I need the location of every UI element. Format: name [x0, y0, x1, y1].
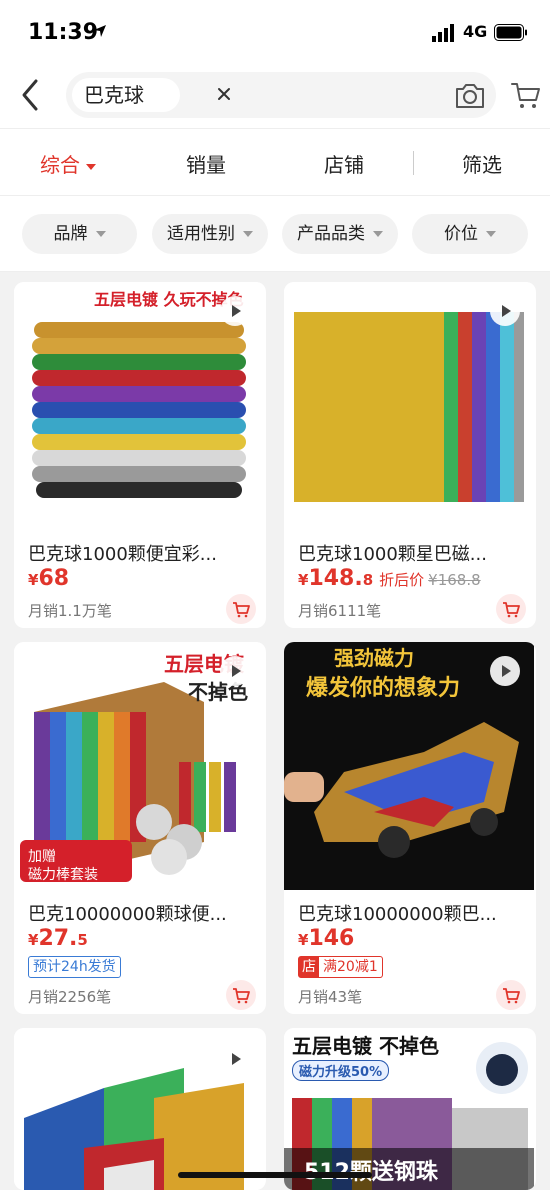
product-price: ¥146 — [298, 926, 354, 951]
back-arrow-icon[interactable] — [18, 78, 44, 112]
currency-symbol: ¥ — [28, 931, 39, 949]
price-main: 68 — [38, 566, 70, 591]
currency-symbol: ¥ — [298, 571, 309, 589]
location-arrow-icon — [94, 25, 106, 37]
product-title: 巴克球1000颗星巴磁... — [298, 544, 487, 565]
image-badge-line2: 磁力棒套装 — [28, 867, 98, 883]
tab-label: 销量 — [186, 153, 226, 177]
image-subheading: 爆发你的想象力 — [306, 676, 461, 701]
product-price: ¥148.8 折后价 ¥168.8 — [298, 566, 481, 591]
search-query-chip[interactable]: 巴克球 — [72, 78, 180, 112]
product-price: ¥68 — [28, 566, 69, 591]
dropdown-arrow-icon — [486, 231, 496, 237]
signal-icon — [432, 24, 454, 42]
cart-icon — [233, 602, 250, 618]
monthly-sales: 月销43笔 — [298, 988, 363, 1006]
currency-symbol: ¥ — [28, 571, 39, 589]
search-query-text: 巴克球 — [84, 83, 144, 107]
filter-category[interactable]: 产品品类 — [282, 214, 398, 254]
image-badge-line1: 加赠 — [28, 849, 56, 865]
product-card[interactable]: 巴克球1000颗星巴磁... ¥148.8 折后价 ¥168.8 月销6111笔 — [284, 282, 536, 628]
image-heading: 强劲磁力 — [334, 646, 414, 670]
price-decimal: 8 — [362, 571, 374, 589]
dropdown-arrow-icon — [86, 163, 96, 170]
home-indicator[interactable] — [178, 1172, 372, 1178]
image-heading: 五层电镀 不掉色 — [292, 1034, 439, 1058]
tab-label: 筛选 — [462, 153, 502, 177]
discount-label: 折后价 — [379, 571, 425, 589]
promo-tag: 店满20减1 — [298, 956, 383, 978]
product-card[interactable]: 五层电镀 久玩不掉色 巴克球1000颗便宜彩... ¥68 月销1.1万笔 — [14, 282, 266, 628]
add-to-cart-button[interactable] — [496, 980, 526, 1010]
product-title: 巴克10000000颗球便... — [28, 904, 227, 925]
cart-icon — [233, 988, 250, 1004]
video-play-icon[interactable] — [490, 656, 520, 686]
add-to-cart-button[interactable] — [226, 594, 256, 624]
filter-chips: 品牌 适用性别 产品品类 价位 — [0, 196, 550, 272]
filter-label: 产品品类 — [297, 224, 365, 244]
search-input[interactable]: 巴克球 — [66, 72, 496, 118]
filter-label: 价位 — [444, 224, 478, 244]
shopping-cart-icon[interactable] — [510, 80, 542, 110]
monthly-sales: 月销6111笔 — [298, 602, 382, 620]
video-play-icon[interactable] — [220, 656, 250, 686]
network-type: 4G — [463, 22, 488, 41]
search-header: 巴克球 — [0, 62, 550, 128]
product-title: 巴克球1000颗便宜彩... — [28, 544, 217, 565]
image-footer: 512颗送钢珠 — [304, 1154, 438, 1186]
tab-sales[interactable]: 销量 — [186, 149, 226, 178]
dropdown-arrow-icon — [95, 231, 106, 237]
clear-query-icon[interactable] — [216, 86, 232, 102]
monthly-sales: 月销1.1万笔 — [28, 602, 112, 620]
status-time: 11:39 — [28, 20, 99, 45]
cart-icon — [503, 988, 520, 1004]
product-title: 巴克球10000000颗巴... — [298, 904, 497, 925]
price-main: 27. — [38, 926, 78, 951]
promo-text: 满20减1 — [323, 959, 378, 975]
tab-shops[interactable]: 店铺 — [324, 149, 364, 178]
product-card[interactable]: 五层电镀 不掉色 加赠 磁力棒套装 巴克10000000颗球便... ¥27.5… — [14, 642, 266, 1014]
cart-icon — [503, 602, 520, 618]
original-price: ¥168.8 — [428, 571, 481, 589]
filter-label: 适用性别 — [167, 224, 235, 244]
sort-tabs: 综合 销量 店铺 筛选 — [0, 128, 550, 196]
monthly-sales: 月销2256笔 — [28, 988, 112, 1006]
divider — [413, 151, 414, 175]
add-to-cart-button[interactable] — [226, 980, 256, 1010]
price-main: 148. — [308, 566, 363, 591]
product-price: ¥27.5 — [28, 926, 88, 951]
tab-filter[interactable]: 筛选 — [462, 149, 502, 178]
delivery-tag: 预计24h发货 — [28, 956, 121, 978]
product-card[interactable]: 五层电镀 不掉色 磁力升级50% 512颗送钢珠 — [284, 1028, 536, 1190]
camera-icon[interactable] — [454, 82, 486, 110]
video-play-icon[interactable] — [490, 296, 520, 326]
price-decimal: 5 — [77, 931, 88, 949]
tab-label: 综合 — [40, 153, 80, 177]
tab-label: 店铺 — [324, 153, 364, 177]
product-card[interactable] — [14, 1028, 266, 1190]
product-card[interactable]: 强劲磁力 爆发你的想象力 巴克球10000000颗巴... ¥146 店满20减… — [284, 642, 536, 1014]
video-play-icon[interactable] — [220, 1044, 250, 1074]
dropdown-arrow-icon — [243, 231, 253, 237]
currency-symbol: ¥ — [298, 931, 309, 949]
filter-brand[interactable]: 品牌 — [22, 214, 137, 254]
battery-icon — [494, 24, 527, 41]
video-play-icon[interactable] — [220, 296, 250, 326]
shop-badge: 店 — [299, 957, 319, 977]
price-main: 146 — [308, 926, 355, 951]
add-to-cart-button[interactable] — [496, 594, 526, 624]
filter-gender[interactable]: 适用性别 — [152, 214, 268, 254]
image-tag: 磁力升级50% — [292, 1060, 390, 1081]
filter-price[interactable]: 价位 — [412, 214, 528, 254]
filter-label: 品牌 — [53, 224, 88, 244]
status-bar: 11:39 4G — [0, 0, 550, 62]
dropdown-arrow-icon — [373, 231, 383, 237]
tab-comprehensive[interactable]: 综合 — [40, 149, 96, 178]
